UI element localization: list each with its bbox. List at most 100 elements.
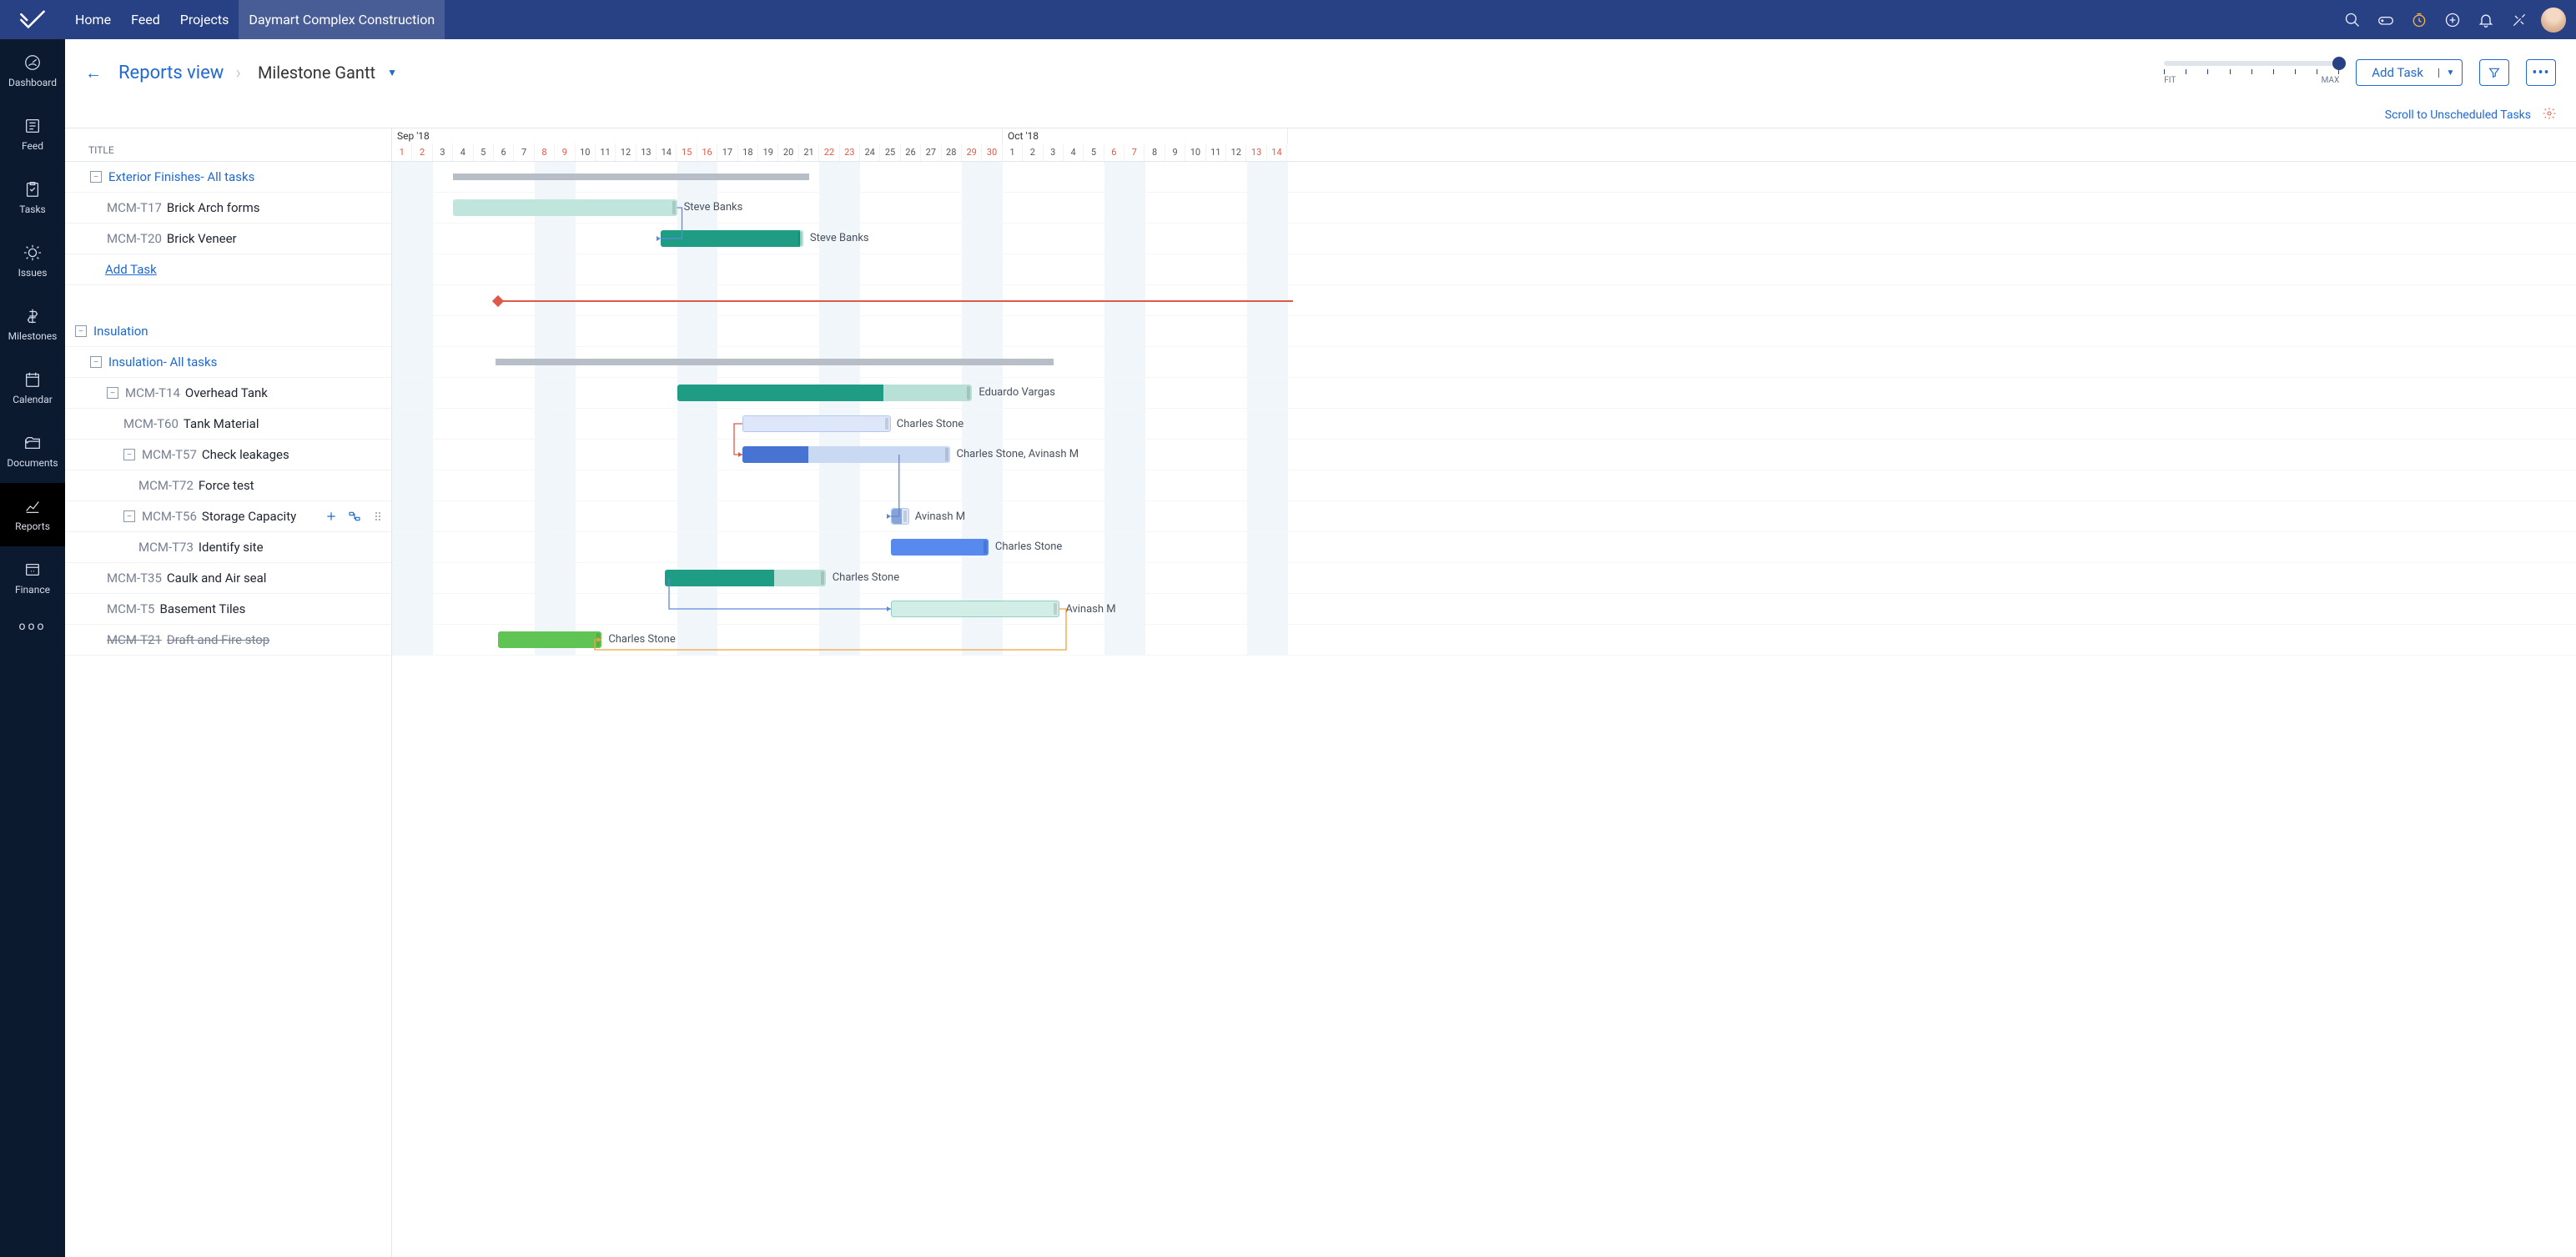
bar-resize-handle[interactable] bbox=[945, 448, 948, 461]
task-bar[interactable]: Charles Stone bbox=[665, 570, 826, 586]
task-row[interactable]: MCM-T20Brick Veneer bbox=[65, 224, 391, 254]
task-name: Force test bbox=[199, 478, 254, 493]
sidebar-item-dashboard[interactable]: Dashboard bbox=[0, 39, 65, 103]
app-logo[interactable] bbox=[0, 0, 65, 39]
task-row[interactable]: −MCM-T57Check leakages bbox=[65, 440, 391, 470]
timescale: Sep '18Oct '18 1234567891011121314151617… bbox=[392, 128, 2576, 162]
user-avatar[interactable] bbox=[2541, 8, 2566, 33]
collapse-toggle[interactable]: − bbox=[107, 387, 118, 399]
task-row[interactable]: MCM-T72Force test bbox=[65, 470, 391, 501]
top-navbar: Home Feed Projects Daymart Complex Const… bbox=[0, 0, 2576, 39]
summary-bar[interactable] bbox=[496, 359, 1054, 365]
task-name: Identify site bbox=[199, 540, 264, 555]
gamepad-icon[interactable] bbox=[2369, 0, 2402, 39]
task-bar[interactable]: Steve Banks bbox=[453, 199, 677, 216]
row-action-add[interactable] bbox=[325, 510, 338, 523]
bar-label: Eduardo Vargas bbox=[979, 385, 1055, 401]
bar-resize-handle[interactable] bbox=[885, 418, 888, 430]
nav-feed[interactable]: Feed bbox=[121, 0, 170, 39]
day-label: 6 bbox=[1104, 143, 1124, 161]
task-row[interactable]: −Insulation- All tasks bbox=[65, 347, 391, 378]
task-bar[interactable]: Charles Stone, Avinash M bbox=[742, 446, 950, 463]
bar-resize-handle[interactable] bbox=[1054, 603, 1057, 615]
row-action-drag[interactable] bbox=[371, 510, 385, 523]
add-task-inline-link[interactable]: Add Task bbox=[90, 262, 157, 277]
bar-resize-handle[interactable] bbox=[798, 232, 802, 245]
summary-bar[interactable] bbox=[453, 173, 809, 180]
collapse-toggle[interactable]: − bbox=[123, 510, 135, 522]
task-row[interactable]: MCM-T60Tank Material bbox=[65, 409, 391, 440]
collapse-toggle[interactable]: − bbox=[90, 356, 102, 368]
milestone-diamond[interactable] bbox=[492, 295, 504, 307]
scroll-unscheduled-link[interactable]: Scroll to Unscheduled Tasks bbox=[2385, 108, 2531, 122]
task-row[interactable]: MCM-T73Identify site bbox=[65, 532, 391, 563]
more-menu-button[interactable]: ••• bbox=[2526, 59, 2556, 86]
task-name: Draft and Fire stop bbox=[167, 632, 269, 647]
task-bar[interactable]: Steve Banks bbox=[661, 230, 803, 247]
settings-gear-icon[interactable] bbox=[2543, 107, 2556, 123]
bar-resize-handle[interactable] bbox=[672, 201, 676, 214]
task-bar[interactable]: Avinash M bbox=[891, 601, 1060, 617]
task-row[interactable]: −Exterior Finishes- All tasks bbox=[65, 162, 391, 193]
sidebar-item-issues[interactable]: Issues bbox=[0, 229, 65, 293]
view-selector[interactable]: Milestone Gantt ▼ bbox=[258, 63, 397, 83]
day-label: 10 bbox=[576, 143, 596, 161]
sidebar-item-tasks[interactable]: Tasks bbox=[0, 166, 65, 229]
bar-resize-handle[interactable] bbox=[967, 386, 970, 400]
tools-icon[interactable] bbox=[2503, 0, 2536, 39]
task-row[interactable]: MCM-T35Caulk and Air seal bbox=[65, 563, 391, 594]
task-bar[interactable]: Avinash M bbox=[891, 508, 909, 525]
collapse-toggle[interactable]: − bbox=[90, 171, 102, 183]
breadcrumb-parent[interactable]: Reports view bbox=[118, 63, 224, 83]
back-arrow-icon[interactable]: ← bbox=[85, 63, 102, 83]
day-label: 4 bbox=[1064, 143, 1084, 161]
task-row[interactable]: MCM-T5Basement Tiles bbox=[65, 594, 391, 625]
bar-resize-handle[interactable] bbox=[903, 510, 907, 522]
sidebar-more[interactable]: ooo bbox=[0, 610, 65, 643]
gantt-timeline[interactable]: Sep '18Oct '18 1234567891011121314151617… bbox=[392, 128, 2576, 1257]
search-icon[interactable] bbox=[2336, 0, 2369, 39]
task-bar[interactable]: Charles Stone bbox=[742, 415, 891, 432]
sidebar-item-documents[interactable]: Documents bbox=[0, 420, 65, 483]
task-bar[interactable]: Charles Stone bbox=[498, 631, 601, 648]
day-label: 1 bbox=[392, 143, 412, 161]
day-label: 29 bbox=[962, 143, 982, 161]
bar-resize-handle[interactable] bbox=[821, 571, 824, 585]
nav-home[interactable]: Home bbox=[65, 0, 121, 39]
nav-current-project[interactable]: Daymart Complex Construction bbox=[239, 0, 445, 39]
add-icon[interactable] bbox=[2436, 0, 2469, 39]
zoom-slider-knob[interactable] bbox=[2332, 57, 2346, 70]
collapse-toggle[interactable]: − bbox=[123, 449, 135, 460]
task-row[interactable]: −MCM-T14Overhead Tank bbox=[65, 378, 391, 409]
task-bar[interactable]: Eduardo Vargas bbox=[677, 385, 973, 401]
sidebar-item-reports[interactable]: Reports bbox=[0, 483, 65, 546]
bell-icon[interactable] bbox=[2469, 0, 2503, 39]
zoom-slider[interactable]: FITMAX bbox=[2164, 61, 2339, 85]
bar-resize-handle[interactable] bbox=[984, 541, 987, 554]
task-row[interactable]: −MCM-T56Storage Capacity bbox=[65, 501, 391, 532]
row-action-link[interactable] bbox=[348, 510, 361, 523]
task-row[interactable]: Add Task bbox=[65, 254, 391, 285]
task-row[interactable] bbox=[65, 285, 391, 316]
bar-resize-handle[interactable] bbox=[596, 633, 600, 646]
collapse-toggle[interactable]: − bbox=[75, 325, 87, 337]
timer-icon[interactable] bbox=[2402, 0, 2436, 39]
sidebar-item-finance[interactable]: Finance bbox=[0, 546, 65, 610]
sidebar-item-calendar[interactable]: Calendar bbox=[0, 356, 65, 420]
gantt-row: Charles Stone bbox=[392, 625, 2576, 656]
month-label: Oct '18 bbox=[1003, 128, 1288, 143]
sidebar-item-milestones[interactable]: Milestones bbox=[0, 293, 65, 356]
task-row[interactable]: MCM-T21Draft and Fire stop bbox=[65, 625, 391, 656]
day-label: 9 bbox=[555, 143, 575, 161]
filter-button[interactable] bbox=[2479, 59, 2509, 86]
day-label: 8 bbox=[1145, 143, 1165, 161]
task-row[interactable]: −Insulation bbox=[65, 316, 391, 347]
task-bar[interactable]: Charles Stone bbox=[891, 539, 989, 556]
add-task-dropdown[interactable]: ▼ bbox=[2438, 68, 2462, 78]
task-row[interactable]: MCM-T17Brick Arch forms bbox=[65, 193, 391, 224]
sidebar-item-feed[interactable]: Feed bbox=[0, 103, 65, 166]
nav-projects[interactable]: Projects bbox=[170, 0, 239, 39]
day-label: 25 bbox=[880, 143, 900, 161]
add-task-button[interactable]: Add Task ▼ bbox=[2356, 59, 2463, 86]
view-selector-label: Milestone Gantt bbox=[258, 63, 375, 83]
